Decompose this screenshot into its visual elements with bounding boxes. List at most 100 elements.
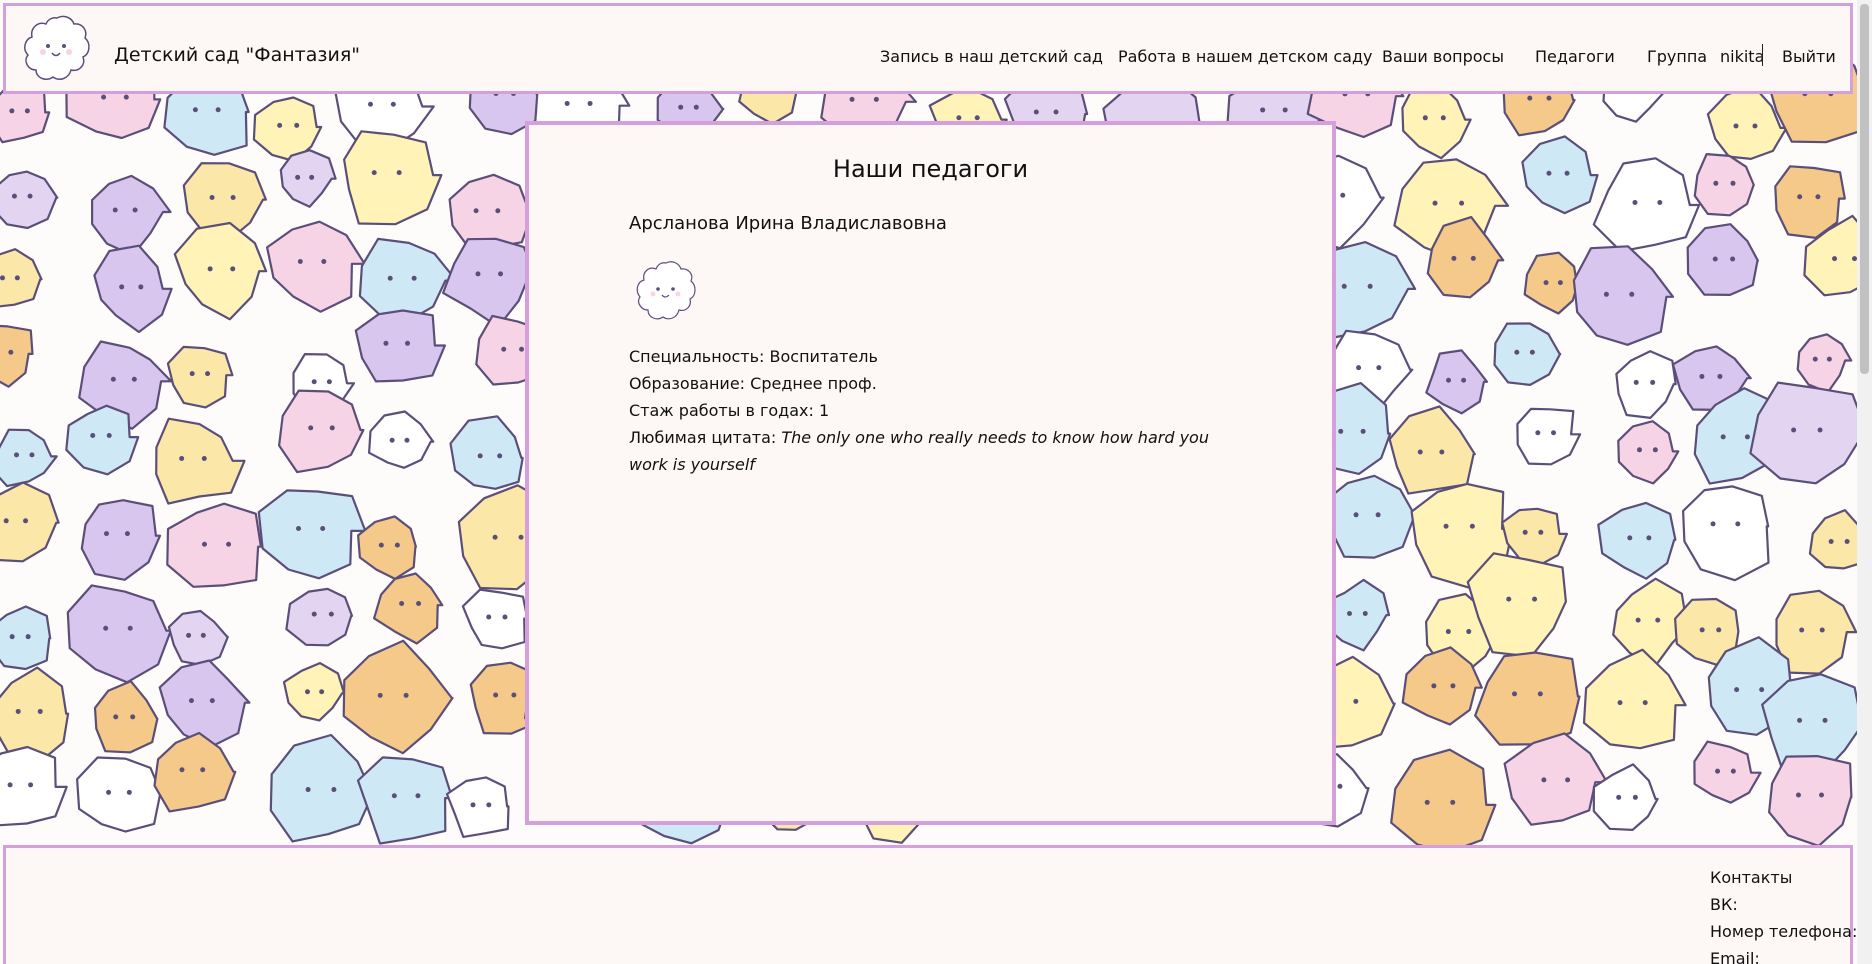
- doodle-eye: [849, 96, 855, 102]
- doodle-eye: [387, 275, 393, 281]
- doodle-eye: [1461, 377, 1467, 383]
- doodle-eye: [1632, 200, 1638, 206]
- doodle-eye: [1353, 512, 1359, 518]
- doodle-eye: [207, 266, 213, 272]
- doodle-eye: [378, 542, 384, 548]
- doodle-eye: [305, 787, 311, 793]
- nav-jobs[interactable]: Работа в нашем детском саду: [1118, 47, 1373, 66]
- doodle-eye: [1812, 356, 1818, 362]
- nav-group[interactable]: Группа: [1647, 47, 1707, 66]
- doodle-eye: [1564, 170, 1570, 176]
- doodle-eye: [1466, 629, 1472, 635]
- doodle-eye: [1734, 687, 1740, 693]
- doodle-shape: [354, 309, 446, 383]
- doodle-eye: [15, 708, 21, 714]
- doodle-eye: [9, 634, 15, 640]
- contact-email: Email:: [1710, 949, 1760, 964]
- doodle-eye: [200, 632, 206, 638]
- doodle-eye: [511, 692, 517, 698]
- doodle-shape: [0, 605, 52, 671]
- doodle-eye: [112, 207, 118, 213]
- doodle-eye: [389, 437, 395, 443]
- doodle-eye: [186, 632, 192, 638]
- doodle-eye: [486, 802, 492, 808]
- doodle-eye: [974, 115, 980, 121]
- doodle-eye: [309, 174, 315, 180]
- doodle-eye: [1635, 617, 1641, 623]
- doodle-eye: [1469, 523, 1475, 529]
- doodle-eye: [1546, 170, 1552, 176]
- doodle-eye: [1730, 768, 1736, 774]
- doodle-eye: [1424, 799, 1430, 805]
- doodle-eye: [1646, 535, 1652, 541]
- doodle-eye: [405, 340, 411, 346]
- doodle-eye: [1791, 427, 1797, 433]
- doodle-eye: [1699, 627, 1705, 633]
- doodle-eye: [1744, 434, 1750, 440]
- doodle-eye: [192, 107, 198, 113]
- doodle-eye: [377, 692, 383, 698]
- doodle-eye: [226, 541, 232, 547]
- doodle-eye: [90, 432, 96, 438]
- doodle-eye: [497, 453, 503, 459]
- doodle-eye: [29, 452, 35, 458]
- doodle-eye: [1367, 283, 1373, 289]
- scrollbar-thumb[interactable]: [1860, 4, 1869, 374]
- doodle-eye: [328, 611, 334, 617]
- doodle-eye: [1360, 428, 1366, 434]
- doodle-eye: [1712, 256, 1718, 262]
- doodle-eye: [1282, 107, 1288, 113]
- doodle-eye: [1655, 617, 1661, 623]
- doodle-eye: [1053, 109, 1059, 115]
- doodle-eye: [1717, 373, 1723, 379]
- doodle-eye: [106, 789, 112, 795]
- doodle-eye: [390, 101, 396, 107]
- nav-username[interactable]: nikita: [1720, 47, 1764, 66]
- page-scrollbar[interactable]: [1857, 0, 1872, 964]
- doodle-eye: [411, 275, 417, 281]
- doodle-eye: [1720, 434, 1726, 440]
- doodle-eye: [37, 708, 43, 714]
- doodle-eye: [1527, 95, 1533, 101]
- doodle-eye: [1338, 428, 1344, 434]
- site-title[interactable]: Детский сад "Фантазия": [114, 44, 360, 66]
- quote-label: Любимая цитата:: [629, 428, 777, 447]
- doodle-eye: [1652, 447, 1658, 453]
- doodle-eye: [1832, 256, 1838, 262]
- doodle-eye: [1450, 799, 1456, 805]
- doodle-eye: [201, 456, 207, 462]
- doodle-eye: [209, 698, 215, 704]
- doodle-eye: [7, 782, 13, 788]
- doodle-eye: [1422, 115, 1428, 121]
- doodle-eye: [326, 379, 332, 385]
- doodle-eye: [396, 170, 402, 176]
- doodle-eye: [403, 692, 409, 698]
- cloud-mascot-logo-icon[interactable]: [22, 12, 92, 86]
- nav-teachers[interactable]: Педагоги: [1535, 47, 1615, 66]
- specialty-label: Специальность:: [629, 347, 765, 366]
- doodle-eye: [113, 714, 119, 720]
- doodle-eye: [1797, 717, 1803, 723]
- doodle-eye: [1699, 373, 1705, 379]
- nav-enrollment[interactable]: Запись в наш детский сад: [880, 47, 1103, 66]
- teacher-specialty: Специальность: Воспитатель: [629, 343, 878, 370]
- nav-questions[interactable]: Ваши вопросы: [1382, 47, 1504, 66]
- doodle-eye: [495, 208, 501, 214]
- doodle-eye: [1341, 283, 1347, 289]
- nav-separator: [1762, 44, 1763, 66]
- doodle-eye: [1546, 95, 1552, 101]
- logout-button[interactable]: Выйти: [1782, 47, 1836, 66]
- doodle-eye: [25, 634, 31, 640]
- doodle-eye: [132, 207, 138, 213]
- doodle-eye: [1557, 280, 1563, 286]
- doodle-eye: [321, 258, 327, 264]
- teacher-education: Образование: Среднее проф.: [629, 370, 877, 397]
- doodle-eye: [470, 802, 476, 808]
- doodle-eye: [119, 284, 125, 290]
- doodle-eye: [399, 600, 405, 606]
- doodle-eye: [1340, 192, 1346, 198]
- doodle-eye: [11, 193, 17, 199]
- teacher-experience: Стаж работы в годах: 1: [629, 397, 829, 424]
- doodle-eye: [1522, 529, 1528, 535]
- doodle-eye: [477, 453, 483, 459]
